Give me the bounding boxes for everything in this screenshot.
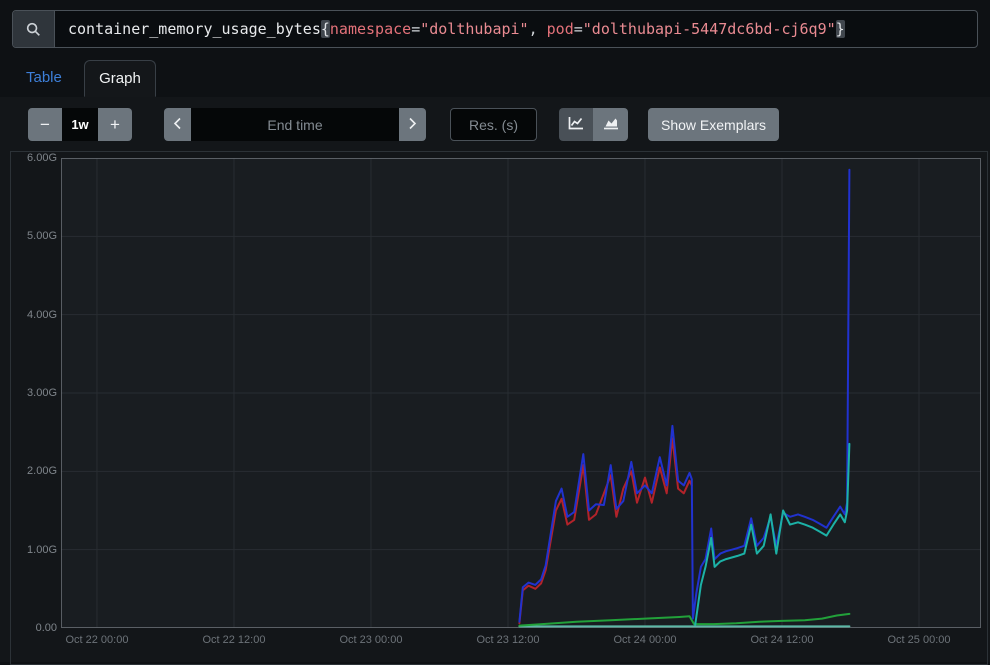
x-tick-label: Oct 23 00:00 (326, 634, 416, 646)
y-tick-label: 4.00G (13, 309, 57, 321)
chevron-left-icon (173, 115, 182, 135)
query-token-string: "dolthubapi" (420, 20, 528, 38)
query-token-brace: { (321, 20, 330, 38)
chart-plot-area[interactable] (61, 158, 981, 628)
resolution-input[interactable] (450, 108, 537, 141)
end-time-control-group (164, 108, 426, 141)
range-decrease-button[interactable]: − (28, 108, 62, 141)
show-exemplars-button[interactable]: Show Exemplars (648, 108, 779, 141)
series-blue-line (519, 170, 849, 622)
query-bar: container_memory_usage_bytes{namespace="… (12, 10, 978, 48)
tab-graph[interactable]: Graph (84, 60, 156, 97)
query-token-metric: container_memory_usage_bytes (68, 20, 321, 38)
range-input[interactable] (62, 108, 98, 141)
range-increase-button[interactable]: + (98, 108, 132, 141)
time-back-button[interactable] (164, 108, 191, 141)
line-chart-icon (568, 115, 584, 135)
x-tick-label: Oct 24 00:00 (600, 634, 690, 646)
x-tick-label: Oct 22 12:00 (189, 634, 279, 646)
stacked-area-chart-icon (603, 115, 619, 135)
y-tick-label: 5.00G (13, 230, 57, 242)
graph-toolbar: − + (0, 108, 990, 141)
x-tick-label: Oct 24 12:00 (737, 634, 827, 646)
query-token-label: namespace (330, 20, 411, 38)
query-token-op: = (574, 20, 583, 38)
query-token-string: "dolthubapi-5447dc6bd-cj6q9" (583, 20, 836, 38)
line-chart-toggle-button[interactable] (559, 108, 593, 141)
search-icon (13, 11, 55, 47)
end-time-input[interactable] (191, 108, 399, 141)
x-tick-label: Oct 25 00:00 (874, 634, 964, 646)
tab-table[interactable]: Table (26, 60, 62, 96)
stacked-chart-toggle-button[interactable] (593, 108, 628, 141)
graph-panel: − + (0, 97, 990, 662)
tab-bar: Table Graph (0, 60, 990, 98)
y-tick-label: 0.00 (13, 622, 57, 634)
time-forward-button[interactable] (399, 108, 426, 141)
range-control-group: − + (28, 108, 132, 141)
series-green-line (519, 614, 849, 626)
x-tick-label: Oct 22 00:00 (52, 634, 142, 646)
x-tick-label: Oct 23 12:00 (463, 634, 553, 646)
series-red-line (519, 438, 691, 623)
query-token-brace: } (836, 20, 845, 38)
y-tick-label: 6.00G (13, 152, 57, 164)
y-tick-label: 3.00G (13, 387, 57, 399)
y-tick-label: 1.00G (13, 544, 57, 556)
chevron-right-icon (408, 115, 417, 135)
query-expression-input[interactable]: container_memory_usage_bytes{namespace="… (55, 11, 977, 47)
graph-container: 0.00 1.00G 2.00G 3.00G 4.00G 5.00G 6.00G Oct 2… (10, 151, 988, 665)
query-token-punct: , (529, 20, 547, 38)
query-token-op: = (411, 20, 420, 38)
chart-type-toggle-group (559, 108, 628, 141)
query-token-label: pod (547, 20, 574, 38)
y-tick-label: 2.00G (13, 465, 57, 477)
